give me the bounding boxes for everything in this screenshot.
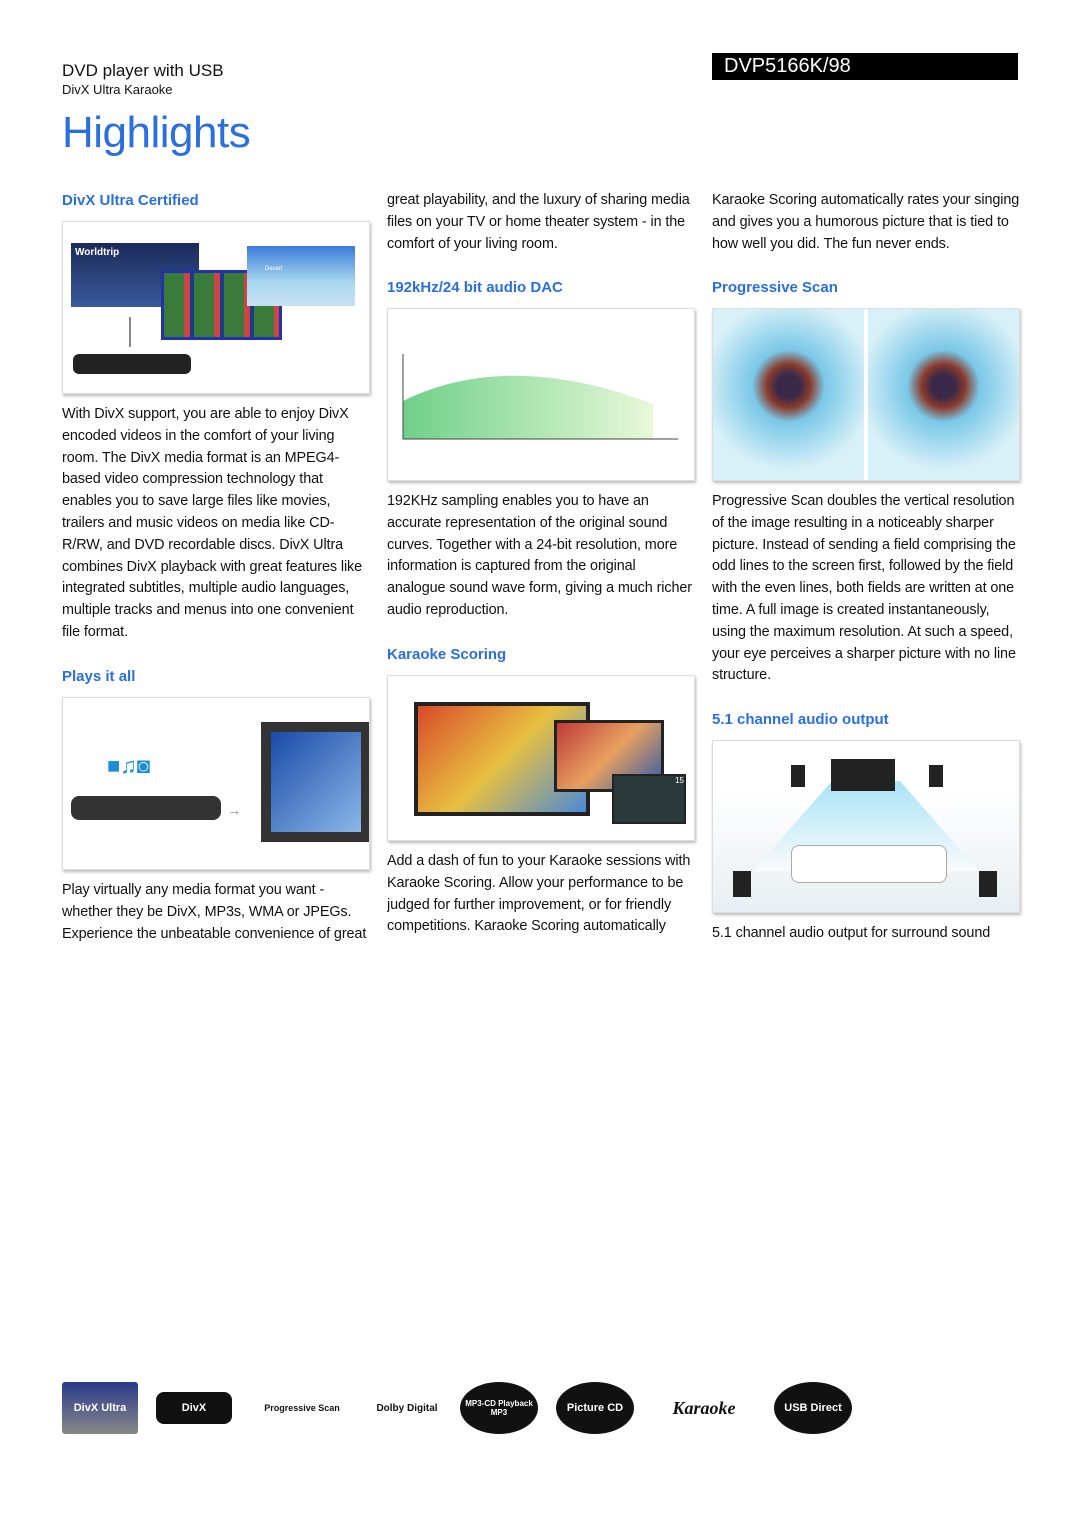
surround-heading: 5.1 channel audio output (712, 711, 889, 728)
progressive-image (712, 308, 1020, 481)
arrow-right-icon: → (227, 802, 241, 818)
sofa-icon (791, 845, 947, 883)
divx-ultra-logo: DivX Ultra (62, 1382, 138, 1434)
plays-image: ■♫◙ → (62, 697, 370, 870)
section-title: Highlights (62, 108, 251, 157)
plays-text: Play virtually any media format you want… (62, 882, 367, 942)
divx-text: With DivX support, you are able to enjoy… (62, 406, 363, 640)
progressive-heading: Progressive Scan (712, 279, 838, 296)
karaoke-heading: Karaoke Scoring (387, 646, 507, 663)
product-subtitle: DivX Ultra Karaoke (62, 82, 173, 97)
picture-cd-logo: Picture CD (556, 1382, 634, 1434)
karaoke-logo: Karaoke (652, 1382, 756, 1434)
karaoke-screen-small: 15 (612, 774, 686, 824)
tv-image (261, 722, 369, 842)
plays-text-continued: great playability, and the luxury of sha… (387, 192, 690, 252)
dolby-digital-logo: Dolby Digital (372, 1382, 442, 1434)
waveform-graphic (402, 354, 678, 440)
swimmer-progressive (868, 309, 1019, 480)
surround-text: 5.1 channel audio output for surround so… (712, 925, 991, 941)
media-icons: ■♫◙ (107, 753, 151, 778)
divx-logo: DivX (156, 1392, 232, 1424)
swimmer-interlaced (713, 309, 864, 480)
model-number: DVP5166K/98 (712, 53, 1018, 80)
arrow-up-icon (129, 317, 131, 347)
usb-direct-logo: USB Direct (774, 1382, 852, 1434)
divx-heading: DivX Ultra Certified (62, 192, 199, 209)
dac-image (387, 308, 695, 481)
speaker-rear-right (979, 871, 997, 897)
speaker-rear-left (733, 871, 751, 897)
karaoke-text: Add a dash of fun to your Karaoke sessio… (387, 853, 691, 935)
progressive-text: Progressive Scan doubles the vertical re… (712, 493, 1016, 684)
dac-heading: 192kHz/24 bit audio DAC (387, 279, 563, 296)
karaoke-image: 15 (387, 675, 695, 841)
product-title: DVD player with USB (62, 61, 224, 80)
dvd-player-image (73, 354, 191, 374)
speaker-front-right (929, 765, 943, 787)
plays-heading: Plays it all (62, 668, 136, 685)
divx-image: Worldtrip Desert (62, 221, 370, 394)
karaoke-text-continued: Karaoke Scoring automatically rates your… (712, 192, 1020, 252)
page: DVD player with USB DivX Ultra Karaoke D… (0, 0, 1080, 1527)
speaker-front-left (791, 765, 805, 787)
dac-text: 192KHz sampling enables you to have an a… (387, 493, 692, 618)
tv-icon (831, 759, 895, 791)
divx-desert-screen: Desert (247, 246, 355, 306)
logo-row: DivX Ultra DivX Progressive Scan Dolby D… (62, 1382, 852, 1434)
progressive-scan-logo: Progressive Scan (250, 1382, 354, 1434)
mp3-cd-logo: MP3-CD Playback MP3 (460, 1382, 538, 1434)
dvd-player-image (71, 796, 221, 820)
surround-image (712, 740, 1020, 913)
